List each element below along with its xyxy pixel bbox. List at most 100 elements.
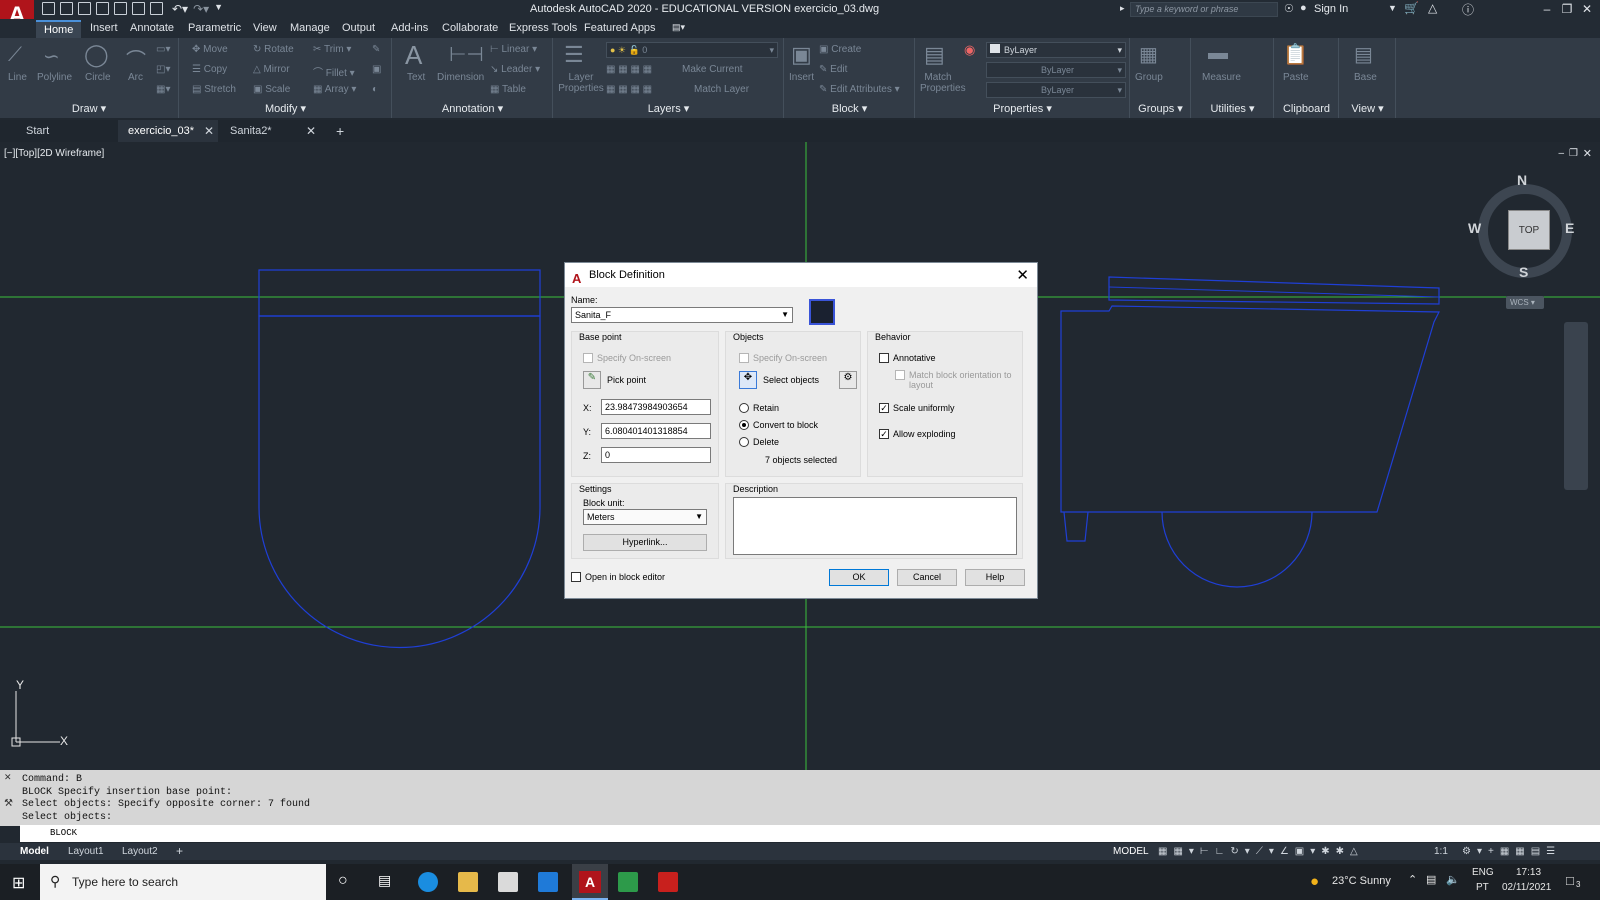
command-close-icon[interactable]: ✕ xyxy=(4,772,12,783)
hatch-icon[interactable]: ◰▾ xyxy=(156,64,170,75)
open-block-editor-checkbox[interactable] xyxy=(571,572,581,582)
view-panel-title[interactable]: View ▾ xyxy=(1340,102,1395,115)
store-icon[interactable] xyxy=(498,872,518,892)
leader-tool[interactable]: ↘ Leader ▾ xyxy=(490,64,540,75)
tab-collaborate[interactable]: Collaborate xyxy=(442,22,498,34)
tab-model[interactable]: Model xyxy=(20,843,49,860)
layers-panel-title[interactable]: Layers ▾ xyxy=(554,102,783,115)
groups-panel-title[interactable]: Groups ▾ xyxy=(1131,102,1190,115)
clock-time[interactable]: 17:13 xyxy=(1516,867,1541,878)
tab-output[interactable]: Output xyxy=(342,22,375,34)
redo-icon[interactable]: ↷▾ xyxy=(193,2,209,16)
save-as-icon[interactable] xyxy=(96,2,109,15)
close-tab-sanita2-icon[interactable]: ✕ xyxy=(306,120,316,142)
sign-in-dropdown-icon[interactable]: ▼ xyxy=(1388,3,1397,13)
layer-tools-row2[interactable]: ▦ ▦ ▦ ▦ xyxy=(606,84,652,95)
task-view-icon[interactable]: ▤ xyxy=(378,872,391,889)
windows-start-icon[interactable]: ⊞ xyxy=(12,873,25,893)
dialog-close-icon[interactable]: ✕ xyxy=(1016,264,1029,288)
file-explorer-icon[interactable] xyxy=(458,872,478,892)
tab-layout2[interactable]: Layout2 xyxy=(122,843,158,860)
insert-tool-label[interactable]: Insert xyxy=(789,72,814,83)
line-tool-label[interactable]: Line xyxy=(8,72,27,83)
circle-icon[interactable]: ◯ xyxy=(84,42,109,68)
tab-manage[interactable]: Manage xyxy=(290,22,330,34)
match-properties-label[interactable]: Match Properties xyxy=(920,72,966,94)
pick-point-icon[interactable]: ✎ xyxy=(583,371,601,389)
make-current-tool[interactable]: Make Current xyxy=(682,64,743,75)
compass-east[interactable]: E xyxy=(1565,220,1574,236)
offset-icon[interactable]: ◐ xyxy=(372,84,378,95)
open-file-icon[interactable] xyxy=(60,2,73,15)
sign-in-link[interactable]: Sign In xyxy=(1314,3,1348,15)
pick-point-label[interactable]: Pick point xyxy=(607,375,646,385)
add-layout-icon[interactable]: + xyxy=(176,843,183,860)
status-tray-icons[interactable]: ⚙▾+▦▦▤☰ xyxy=(1462,843,1561,860)
annotation-scale[interactable]: 1:1 xyxy=(1434,843,1448,860)
layer-properties-label[interactable]: Layer Properties xyxy=(558,72,604,94)
clipboard-panel-title[interactable]: Clipboard xyxy=(1275,103,1338,115)
help-search-input[interactable]: Type a keyword or phrase xyxy=(1130,2,1278,17)
tab-view[interactable]: View xyxy=(253,22,277,34)
compass-west[interactable]: W xyxy=(1468,220,1481,236)
base-z-input[interactable]: 0 xyxy=(601,447,711,463)
help-button[interactable]: Help xyxy=(965,569,1025,586)
modify-panel-title[interactable]: Modify ▾ xyxy=(180,102,391,115)
paste-tool-label[interactable]: Paste xyxy=(1283,72,1309,83)
retain-radio[interactable] xyxy=(739,403,749,413)
binoculars-icon[interactable]: ☉ xyxy=(1284,2,1294,15)
tab-layout1[interactable]: Layout1 xyxy=(68,843,104,860)
text-icon[interactable]: A xyxy=(405,40,422,71)
layer-tools-row1[interactable]: ▦ ▦ ▦ ▦ xyxy=(606,64,652,75)
tab-start[interactable]: Start xyxy=(16,120,116,142)
explode-icon[interactable]: ▣ xyxy=(372,64,381,75)
keyboard-layout[interactable]: PT xyxy=(1476,882,1489,893)
search-expand-icon[interactable]: ▸ xyxy=(1120,3,1125,14)
fillet-tool[interactable]: ⌒ Fillet ▾ xyxy=(313,64,355,79)
table-tool[interactable]: ▦ Table xyxy=(490,84,526,95)
status-toggle-icons[interactable]: ▦▦▾⊢∟↻▾⟋▾∠▣▾✱✱△ xyxy=(1158,843,1364,860)
arc-icon[interactable]: ⌒ xyxy=(126,44,146,73)
ribbon-toggle-icon[interactable]: ▤▾ xyxy=(672,22,685,33)
open-web-icon[interactable] xyxy=(114,2,127,15)
close-tab-exercicio03-icon[interactable]: ✕ xyxy=(204,120,214,142)
ok-button[interactable]: OK xyxy=(829,569,889,586)
trim-tool[interactable]: ✂ Trim ▾ xyxy=(313,44,351,55)
tab-express-tools[interactable]: Express Tools xyxy=(509,22,577,34)
volume-icon[interactable]: 🔈 xyxy=(1446,873,1460,886)
spreadsheet-icon[interactable] xyxy=(618,872,638,892)
help-icon[interactable]: ⓘ xyxy=(1462,1,1474,18)
rectangle-icon[interactable]: ▭▾ xyxy=(156,44,170,55)
annotative-checkbox[interactable] xyxy=(879,353,889,363)
dimension-icon[interactable]: ⊢⊣ xyxy=(449,42,484,67)
rotate-tool[interactable]: ↻ Rotate xyxy=(253,44,294,55)
taskbar-search-input[interactable]: Type here to search xyxy=(40,864,326,900)
edge-icon[interactable] xyxy=(418,872,438,892)
linear-tool[interactable]: ⊢ Linear ▾ xyxy=(490,44,537,55)
insert-block-icon[interactable]: ▣ xyxy=(791,42,812,68)
select-objects-label[interactable]: Select objects xyxy=(763,375,819,385)
text-tool-label[interactable]: Text xyxy=(407,72,425,83)
lineweight-dropdown[interactable]: ByLayer ▾ xyxy=(986,82,1126,98)
move-tool[interactable]: ✥ Move xyxy=(192,44,228,55)
annotation-panel-title[interactable]: Annotation ▾ xyxy=(393,102,552,115)
convert-to-block-radio[interactable] xyxy=(739,420,749,430)
language-code[interactable]: ENG xyxy=(1472,867,1494,878)
model-space-button[interactable]: MODEL xyxy=(1113,843,1149,860)
wcs-menu[interactable]: WCS ▾ xyxy=(1506,296,1544,309)
mail-icon[interactable] xyxy=(538,872,558,892)
layer-dropdown[interactable]: ● ☀ 🔓 0 ▾ xyxy=(606,42,778,58)
select-objects-icon[interactable]: ✥ xyxy=(739,371,757,389)
block-panel-title[interactable]: Block ▾ xyxy=(785,102,914,115)
network-icon[interactable]: ▤ xyxy=(1426,873,1436,886)
a360-icon[interactable]: △ xyxy=(1428,1,1437,15)
tab-exercicio03[interactable]: exercicio_03* xyxy=(118,120,218,142)
circle-tool-label[interactable]: Circle xyxy=(85,72,111,83)
measure-icon[interactable]: ▬ xyxy=(1208,42,1228,65)
minimize-icon[interactable]: – xyxy=(1540,2,1554,16)
viewcube-top-face[interactable]: TOP xyxy=(1508,210,1550,250)
quick-select-icon[interactable]: ⚙ xyxy=(839,371,857,389)
color-wheel-icon[interactable]: ◉ xyxy=(964,42,975,58)
tab-featured-apps[interactable]: Featured Apps xyxy=(584,22,656,34)
line-icon[interactable]: ⟋ xyxy=(8,44,22,67)
